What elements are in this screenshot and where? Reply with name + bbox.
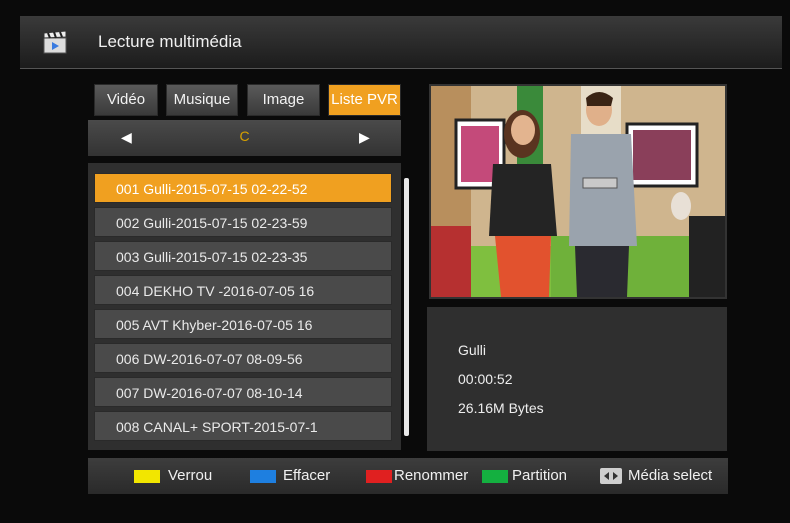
title-bar: Lecture multimédia	[20, 16, 782, 69]
left-right-key-icon	[600, 468, 622, 484]
red-key-icon	[366, 470, 392, 483]
partition-selector[interactable]: ◀ C ▶	[88, 120, 401, 156]
list-item[interactable]: 004 DEKHO TV -2016-07-05 16	[94, 275, 392, 305]
blue-key-icon	[250, 470, 276, 483]
info-size: 26.16M Bytes	[458, 400, 544, 416]
preview-frame	[431, 86, 725, 297]
list-item[interactable]: 001 Gulli-2015-07-15 02-22-52	[94, 173, 392, 203]
tab-video[interactable]: Vidéo	[94, 84, 158, 116]
tab-musique[interactable]: Musique	[166, 84, 238, 116]
list-item[interactable]: 006 DW-2016-07-07 08-09-56	[94, 343, 392, 373]
partition-key-label: Partition	[512, 467, 568, 484]
list-item[interactable]: 003 Gulli-2015-07-15 02-23-35	[94, 241, 392, 271]
info-channel: Gulli	[458, 342, 487, 358]
list-item[interactable]: 002 Gulli-2015-07-15 02-23-59	[94, 207, 392, 237]
recording-info-panel: Gulli 00:00:52 26.16M Bytes	[427, 307, 727, 451]
recording-list: 001 Gulli-2015-07-15 02-22-52 002 Gulli-…	[88, 163, 401, 450]
yellow-key-icon	[134, 470, 160, 483]
media-select-key-label: Média select	[628, 467, 713, 484]
list-item[interactable]: 007 DW-2016-07-07 08-10-14	[94, 377, 392, 407]
clapperboard-icon	[43, 30, 67, 54]
list-item[interactable]: 005 AVT Khyber-2016-07-05 16	[94, 309, 392, 339]
tab-image[interactable]: Image	[247, 84, 320, 116]
list-scrollbar[interactable]	[404, 178, 409, 436]
triangle-right-icon[interactable]: ▶	[359, 129, 370, 146]
rename-key-label: Renommer	[394, 467, 469, 484]
list-item[interactable]: 008 CANAL+ SPORT-2015-07-1	[94, 411, 392, 441]
delete-key-label: Effacer	[283, 467, 331, 484]
info-duration: 00:00:52	[458, 371, 513, 387]
selector-value: C	[239, 128, 250, 144]
key-legend: Verrou Effacer Renommer Partition Média …	[88, 458, 728, 494]
green-key-icon	[482, 470, 508, 483]
video-preview	[429, 84, 727, 299]
page-title: Lecture multimédia	[98, 32, 242, 51]
tab-liste-pvr[interactable]: Liste PVR	[328, 84, 401, 116]
lock-key-label: Verrou	[168, 467, 213, 484]
